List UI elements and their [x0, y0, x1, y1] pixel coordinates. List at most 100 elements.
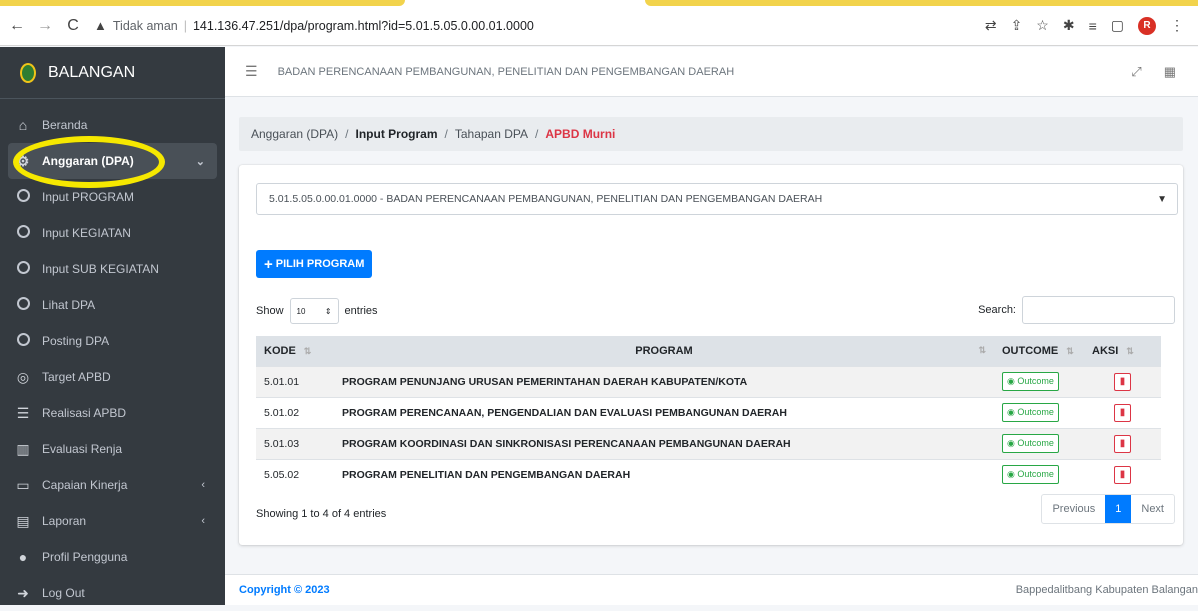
breadcrumb-item[interactable]: Input Program	[356, 127, 438, 141]
table-row: 5.01.03 PROGRAM KOORDINASI DAN SINKRONIS…	[256, 427, 1161, 459]
unit-select[interactable]: 5.01.5.05.0.00.01.0000 - BADAN PERENCANA…	[256, 183, 1178, 215]
delete-button[interactable]: ▮	[1114, 403, 1131, 422]
circle-icon	[12, 297, 34, 313]
chevron-down-icon: ⌄	[195, 155, 205, 168]
brand[interactable]: BALANGAN	[0, 47, 225, 99]
sidebar-item-capaian-kinerja[interactable]: ▭ Capaian Kinerja ‹	[8, 467, 217, 503]
next-button[interactable]: Next	[1131, 495, 1174, 523]
table-row: 5.05.02 PROGRAM PENELITIAN DAN PENGEMBAN…	[256, 458, 1161, 490]
home-icon: ⌂	[18, 117, 28, 133]
search-input[interactable]	[1022, 296, 1175, 324]
side-panel-icon[interactable]: ▢	[1111, 17, 1124, 34]
program-table: KODE ⇅ PROGRAM ⇅ OUTCOME ⇅ AKSI ⇅ 5.01.01 PR…	[256, 336, 1161, 490]
security-label: Tidak aman	[112, 18, 178, 33]
sidebar-item-input-sub-kegiatan[interactable]: Input SUB KEGIATAN	[8, 251, 217, 287]
fullscreen-icon[interactable]: ⤢	[1131, 64, 1141, 80]
chevron-left-icon: ‹	[201, 515, 205, 527]
logo-icon	[20, 62, 36, 83]
caret-down-icon: ▼	[1157, 193, 1167, 205]
sidebar-item-target-apbd[interactable]: ◎ Target APBD	[8, 359, 217, 395]
sidebar-item-beranda[interactable]: ⌂ Beranda	[8, 107, 217, 143]
col-program[interactable]: PROGRAM ⇅	[334, 336, 994, 366]
star-icon[interactable]: ☆	[1036, 17, 1049, 34]
top-navbar: ☰ BADAN PERENCANAAN PEMBANGUNAN, PENELIT…	[225, 47, 1198, 97]
sort-icon: ⇅	[303, 345, 312, 356]
warning-icon: ▲	[94, 18, 107, 33]
logout-icon: ➜	[17, 584, 29, 601]
breadcrumb-item[interactable]: Tahapan DPA	[455, 127, 528, 141]
kebab-menu-icon[interactable]: ⋮	[1170, 17, 1184, 34]
trash-icon: ▮	[1119, 406, 1126, 418]
extensions-icon[interactable]: ✱	[1063, 17, 1075, 34]
sidebar-item-input-program[interactable]: Input PROGRAM	[8, 179, 217, 215]
reading-list-icon[interactable]: ≡	[1089, 18, 1097, 34]
circle-icon	[12, 225, 34, 241]
sidebar-item-profil-pengguna[interactable]: ● Profil Pengguna	[8, 539, 217, 575]
sidebar-item-realisasi-apbd[interactable]: ☰ Realisasi APBD	[8, 395, 217, 431]
circle-icon	[12, 189, 34, 205]
sort-icon: ⇅	[978, 344, 986, 355]
outcome-button[interactable]: ◉ Outcome	[1002, 434, 1059, 453]
profile-avatar[interactable]: R	[1138, 16, 1156, 35]
sort-icon: ⇅	[1126, 345, 1134, 356]
table-row: 5.01.01 PROGRAM PENUNJANG URUSAN PEMERIN…	[256, 365, 1161, 397]
updown-icon: ⇕	[324, 306, 332, 316]
hamburger-icon[interactable]: ☰	[245, 63, 258, 80]
sidebar-item-posting-dpa[interactable]: Posting DPA	[8, 323, 217, 359]
delete-button[interactable]: ▮	[1114, 434, 1131, 453]
translate-icon[interactable]: ⇄	[985, 17, 997, 34]
chart-icon: ▥	[16, 440, 30, 457]
user-icon: ●	[18, 549, 28, 565]
grid-icon[interactable]: ▦	[1164, 64, 1176, 80]
outcome-button[interactable]: ◉ Outcome	[1002, 403, 1059, 422]
col-aksi[interactable]: AKSI ⇅	[1084, 336, 1161, 366]
circle-icon	[12, 333, 34, 349]
breadcrumb: Anggaran (DPA) / Input Program / Tahapan…	[239, 117, 1183, 151]
sort-icon: ⇅	[1066, 345, 1074, 356]
entries-length: Show 10 ⇕ entries	[256, 298, 378, 324]
reload-icon[interactable]: C	[62, 17, 84, 35]
forward-icon[interactable]: →	[34, 17, 56, 35]
breadcrumb-current: APBD Murni	[545, 127, 616, 141]
url-text: 141.136.47.251/dpa/program.html?id=5.01.…	[192, 18, 534, 33]
program-card: 5.01.5.05.0.00.01.0000 - BADAN PERENCANA…	[239, 165, 1183, 545]
pagination: Previous 1 Next	[1041, 494, 1175, 524]
trash-icon: ▮	[1119, 468, 1126, 480]
sliders-icon: ☰	[16, 404, 30, 421]
browser-toolbar: ← → C ▲ Tidak aman | 141.136.47.251/dpa/…	[0, 6, 1198, 46]
sidebar-item-laporan[interactable]: ▤ Laporan ‹	[8, 503, 217, 539]
breadcrumb-item[interactable]: Anggaran (DPA)	[251, 127, 338, 141]
entries-select[interactable]: 10 ⇕	[289, 298, 339, 324]
table-info: Showing 1 to 4 of 4 entries	[256, 508, 387, 520]
previous-button[interactable]: Previous	[1042, 495, 1105, 523]
delete-button[interactable]: ▮	[1114, 465, 1131, 484]
target-icon: ◎	[16, 368, 30, 385]
sidebar-item-log-out[interactable]: ➜ Log Out	[8, 575, 217, 611]
address-bar[interactable]: ▲ Tidak aman | 141.136.47.251/dpa/progra…	[94, 11, 985, 41]
footer-org: Bappedalitbang Kabupaten Balangan	[1015, 584, 1198, 596]
back-icon[interactable]: ←	[6, 17, 28, 35]
delete-button[interactable]: ▮	[1114, 372, 1131, 391]
unit-select-value: 5.01.5.05.0.00.01.0000 - BADAN PERENCANA…	[269, 193, 823, 205]
laptop-icon: ▭	[16, 476, 30, 493]
pilih-program-button[interactable]: + PILIH PROGRAM	[256, 250, 373, 278]
sidebar-item-evaluasi-renja[interactable]: ▥ Evaluasi Renja	[8, 431, 217, 467]
outcome-button[interactable]: ◉ Outcome	[1002, 372, 1059, 391]
outcome-button[interactable]: ◉ Outcome	[1002, 465, 1059, 485]
table-search: Search:	[978, 296, 1175, 324]
plus-icon: +	[264, 255, 273, 273]
page-1-button[interactable]: 1	[1105, 495, 1132, 523]
col-kode[interactable]: KODE ⇅	[256, 336, 334, 366]
share-icon[interactable]: ⇪	[1011, 17, 1023, 34]
org-title: BADAN PERENCANAAN PEMBANGUNAN, PENELITIA…	[277, 65, 735, 78]
footer: Copyright © 2023 Bappedalitbang Kabupate…	[225, 574, 1198, 605]
copyright: Copyright © 2023	[239, 584, 330, 596]
trash-icon: ▮	[1119, 437, 1126, 449]
sidebar: BALANGAN ⌂ Beranda ⚙ Anggaran (DPA) ⌄ Input…	[0, 47, 225, 605]
col-outcome[interactable]: OUTCOME ⇅	[994, 336, 1084, 366]
sidebar-item-input-kegiatan[interactable]: Input KEGIATAN	[8, 215, 217, 251]
main-content: ☰ BADAN PERENCANAAN PEMBANGUNAN, PENELIT…	[225, 47, 1198, 605]
sidebar-item-lihat-dpa[interactable]: Lihat DPA	[8, 287, 217, 323]
circle-icon	[12, 261, 34, 277]
sidebar-item-anggaran[interactable]: ⚙ Anggaran (DPA) ⌄	[8, 143, 217, 179]
